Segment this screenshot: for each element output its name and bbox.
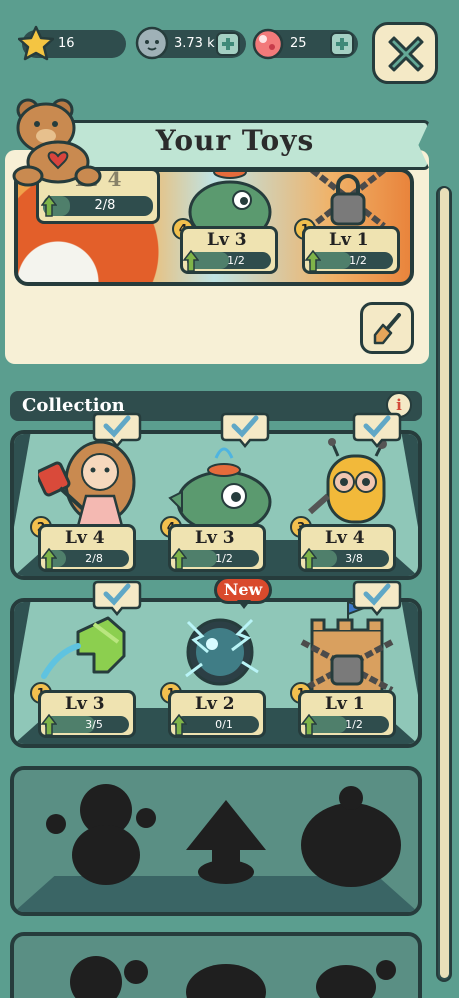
coin-face-icon	[135, 26, 169, 60]
upgrade-arrow-icon	[183, 250, 199, 272]
progress-bar: 1/2	[305, 716, 389, 733]
level-label: Lv 3	[195, 528, 235, 548]
progress-text: 1/2	[345, 718, 363, 731]
level-card: Lv 1 1/2	[298, 690, 396, 738]
teddy-bear-icon	[12, 98, 102, 187]
level-card: Lv 3 1/2	[168, 524, 266, 572]
collection-toy-robot[interactable]: 3 Lv 4 3/8	[290, 436, 418, 572]
level-card: Lv 4 2/8	[38, 524, 136, 572]
star-icon	[18, 25, 54, 61]
gems-value: 25	[290, 36, 307, 51]
close-icon	[388, 36, 424, 72]
locked-toys-silhouettes	[46, 784, 401, 887]
add-coins-button[interactable]	[216, 32, 240, 56]
collection-toy-plasma-ball[interactable]: 1 Lv 2 0/1	[160, 602, 288, 738]
progress-text: 1/2	[349, 254, 367, 267]
progress-bar: 1/2	[309, 252, 393, 269]
progress-bar: 0/1	[175, 716, 259, 733]
princess-doll-icon	[38, 440, 136, 528]
level-label: Lv 1	[329, 230, 369, 250]
level-label: Lv 4	[325, 528, 365, 548]
locked-shelf-3	[10, 766, 422, 916]
potion-gem-icon	[252, 28, 284, 60]
locked-shelf-4	[10, 932, 422, 998]
progress-bar: 1/2	[187, 252, 271, 269]
upgrade-arrow-icon	[301, 714, 317, 736]
upgrade-arrow-icon	[171, 714, 187, 736]
plasma-ball-icon	[185, 618, 259, 686]
level-label: Lv 3	[65, 694, 105, 714]
progress-text: 3/5	[85, 718, 103, 731]
level-card: Lv 3 1/2	[180, 226, 278, 274]
upgrade-arrow-icon	[41, 714, 57, 736]
add-gems-button[interactable]	[330, 32, 354, 56]
locked-toys-silhouettes	[70, 956, 396, 998]
your-toys-title: Your Toys	[155, 124, 315, 157]
level-card: Lv 1 1/2	[302, 226, 400, 274]
collection-toy-sand-castle[interactable]: 1 Lv 1 1/2	[290, 602, 418, 738]
upgrade-arrow-icon	[305, 250, 321, 272]
equipped-check-icon	[220, 412, 270, 448]
collection-toy-fish[interactable]: 4 Lv 3 1/2	[160, 436, 288, 572]
level-label: Lv 4	[65, 528, 105, 548]
upgrade-arrow-icon	[171, 548, 187, 570]
new-badge: New	[214, 576, 272, 610]
broom-icon	[373, 313, 401, 345]
progress-text: 1/2	[215, 552, 233, 565]
equipped-check-icon	[92, 580, 142, 616]
coins-counter: 3.73 k	[135, 26, 246, 60]
collection-toy-princess[interactable]: 2 Lv 4 2/8	[30, 436, 158, 572]
progress-bar: 2/8	[45, 550, 129, 567]
level-card: Lv 3 3/5	[38, 690, 136, 738]
upgrade-arrow-icon	[301, 548, 317, 570]
robot-icon	[308, 438, 387, 524]
fish-fountain-icon	[168, 447, 272, 534]
level-card: Lv 4 3/8	[298, 524, 396, 572]
level-label: Lv 1	[325, 694, 365, 714]
progress-text: 2/8	[94, 198, 116, 213]
progress-text: 0/1	[215, 718, 233, 731]
progress-bar: 1/2	[175, 550, 259, 567]
progress-bar: 3/5	[45, 716, 129, 733]
scrollbar-thumb[interactable]	[440, 188, 449, 978]
equipped-check-icon	[92, 412, 142, 448]
water-gun-icon	[41, 616, 126, 679]
stars-value: 16	[58, 36, 75, 51]
gems-counter: 25	[252, 28, 358, 60]
top-bar: 16 3.73 k 25	[0, 0, 459, 84]
close-button[interactable]	[372, 22, 438, 84]
scrollbar[interactable]	[436, 186, 452, 982]
sand-castle-icon	[300, 602, 394, 696]
collection-toy-water-gun[interactable]: 1 Lv 3 3/5	[30, 602, 158, 738]
progress-text: 1/2	[227, 254, 245, 267]
progress-bar: 2/8	[43, 196, 153, 216]
level-label: Lv 2	[195, 694, 235, 714]
equipped-check-icon	[352, 580, 402, 616]
stars-counter: 16	[18, 25, 126, 61]
level-label: Lv 3	[207, 230, 247, 250]
progress-text: 3/8	[345, 552, 363, 565]
clean-broom-button[interactable]	[360, 302, 414, 354]
progress-text: 2/8	[85, 552, 103, 565]
upgrade-arrow-icon	[41, 548, 57, 570]
equipped-check-icon	[352, 412, 402, 448]
coins-value: 3.73 k	[174, 36, 215, 51]
level-card: Lv 2 0/1	[168, 690, 266, 738]
progress-bar: 3/8	[305, 550, 389, 567]
upgrade-arrow-icon	[41, 195, 57, 217]
